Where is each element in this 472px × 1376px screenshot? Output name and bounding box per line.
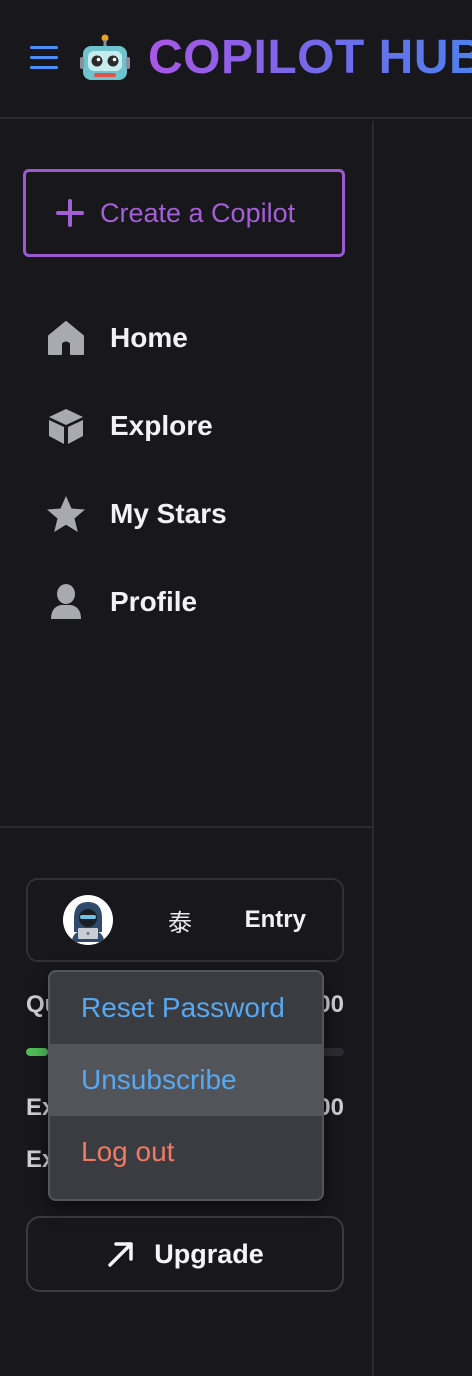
sidebar-item-label: Home <box>110 322 188 353</box>
sidebar-item-my-stars[interactable]: My Stars <box>0 470 372 558</box>
upgrade-button[interactable]: Upgrade <box>26 1216 344 1292</box>
user-plan-badge: Entry <box>244 906 306 933</box>
sidebar-item-label: Profile <box>110 586 198 617</box>
sidebar-item-label: Explore <box>110 410 213 441</box>
menu-item-unsubscribe[interactable]: Unsubscribe <box>50 1044 322 1116</box>
top-header: COPILOT HUB <box>0 0 472 119</box>
sidebar-item-home[interactable]: Home <box>0 294 372 382</box>
quota-progress-fill <box>26 1048 49 1056</box>
sidebar-item-profile[interactable]: Profile <box>0 558 372 646</box>
arrow-up-right-icon <box>108 1242 133 1267</box>
brand-title[interactable]: COPILOT HUB <box>148 30 472 85</box>
menu-item-reset-password[interactable]: Reset Password <box>50 972 322 1044</box>
hacker-avatar-icon <box>63 895 113 945</box>
robot-icon <box>80 34 130 80</box>
app-root: COPILOT HUB Create a Copilot Home Explor… <box>0 0 472 1376</box>
upgrade-label: Upgrade <box>154 1238 264 1269</box>
create-copilot-label: Create a Copilot <box>100 197 296 228</box>
sidebar-divider <box>0 826 374 828</box>
user-card[interactable]: 泰 Entry <box>26 878 344 962</box>
sidebar-item-label: My Stars <box>110 498 227 529</box>
home-icon <box>46 318 86 358</box>
plus-icon <box>54 197 86 229</box>
user-name: 泰 <box>168 909 192 937</box>
hamburger-icon[interactable] <box>30 46 58 72</box>
sidebar-item-explore[interactable]: Explore <box>0 382 372 470</box>
user-icon <box>46 582 86 622</box>
main-content-area <box>374 121 472 1376</box>
sidebar-nav: Home Explore My Stars Profile <box>0 294 372 646</box>
star-icon <box>46 494 86 534</box>
user-dropdown-menu: Reset Password Unsubscribe Log out <box>48 970 324 1201</box>
cube-icon <box>46 406 86 446</box>
create-copilot-button[interactable]: Create a Copilot <box>23 169 345 257</box>
menu-item-log-out[interactable]: Log out <box>50 1116 322 1188</box>
